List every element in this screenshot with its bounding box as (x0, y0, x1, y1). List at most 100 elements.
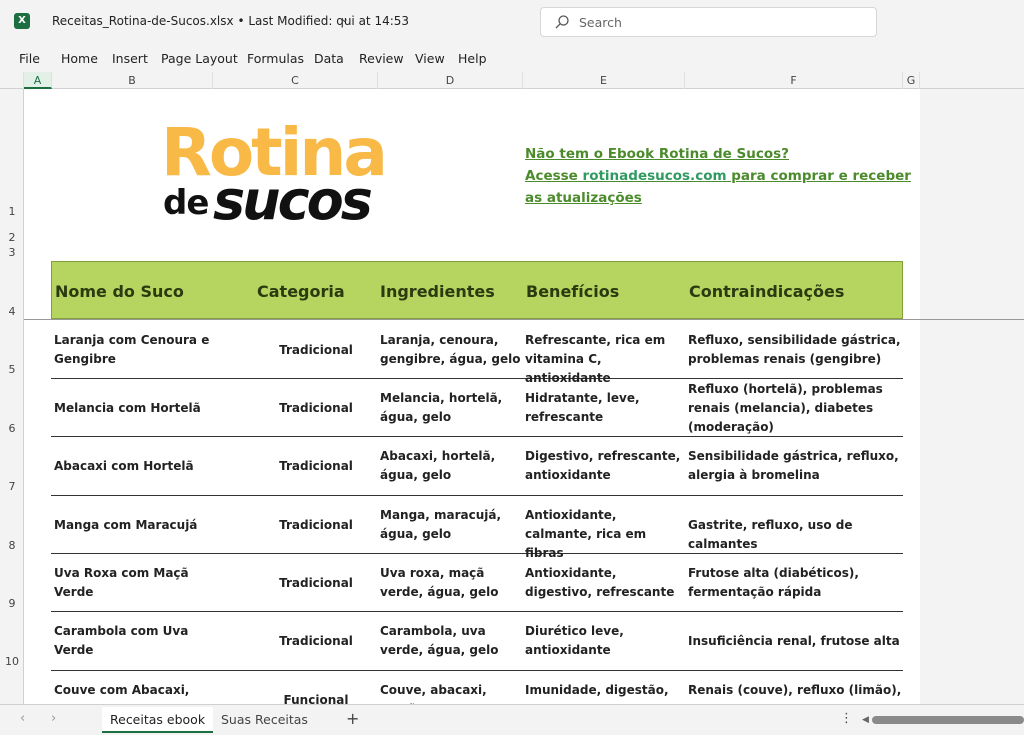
cell-ingredientes[interactable]: Abacaxi, hortelã, água, gelo (380, 447, 525, 485)
cell-categoria[interactable]: Tradicional (261, 516, 371, 535)
cell-contraindicacoes[interactable]: Frutose alta (diabéticos), fermentação r… (688, 564, 902, 602)
header-ingredientes[interactable]: Ingredientes (380, 282, 495, 301)
menu-help[interactable]: Help (458, 51, 487, 66)
row-header-6[interactable]: 6 (0, 422, 24, 435)
cell-contraindicacoes[interactable]: Refluxo (hortelã), problemas renais (mel… (688, 380, 902, 437)
cell-nome[interactable]: Laranja com Cenoura e Gengibre (54, 331, 229, 369)
column-header-f[interactable]: F (685, 72, 903, 89)
promo-prefix: Acesse (525, 168, 583, 184)
menu-review[interactable]: Review (359, 51, 404, 66)
row-headers: 1 2 3 4 5 6 7 8 9 10 (0, 89, 24, 704)
header-nome-do-suco[interactable]: Nome do Suco (55, 282, 184, 301)
cell-ingredientes[interactable]: Uva roxa, maçã verde, água, gelo (380, 564, 525, 602)
search-icon (555, 15, 569, 29)
cell-nome[interactable]: Melancia com Hortelã (54, 399, 229, 418)
ribbon-tabs: File Home Insert Page Layout Formulas Da… (0, 44, 1024, 72)
cell-nome[interactable]: Manga com Maracujá (54, 516, 229, 535)
search-box[interactable]: Search (540, 7, 877, 37)
table-row[interactable]: Abacaxi com Hortelã Tradicional Abacaxi,… (51, 437, 903, 496)
add-sheet-icon[interactable]: + (346, 709, 359, 728)
cell-beneficios[interactable]: Diurético leve, antioxidante (525, 622, 687, 660)
menu-page-layout[interactable]: Page Layout (161, 51, 238, 66)
frozen-pane-divider (24, 319, 1024, 320)
cell-categoria[interactable]: Tradicional (261, 341, 371, 360)
chevron-right-icon[interactable]: › (51, 711, 56, 726)
cell-nome[interactable]: Couve com Abacaxi, (54, 681, 229, 700)
cell-nome[interactable]: Carambola com Uva Verde (54, 622, 229, 660)
cell-beneficios[interactable]: Digestivo, refrescante, antioxidante (525, 447, 687, 485)
promo-link[interactable]: Não tem o Ebook Rotina de Sucos? Acesse … (525, 143, 915, 209)
column-header-e[interactable]: E (523, 72, 685, 89)
table-row[interactable]: Laranja com Cenoura e Gengibre Tradicion… (51, 320, 903, 385)
tab-receitas-ebook[interactable]: Receitas ebook (102, 707, 214, 733)
row-header-9[interactable]: 9 (0, 597, 24, 610)
cell-ingredientes[interactable]: Couve, abacaxi, maçã, (380, 681, 525, 704)
horizontal-scrollbar[interactable]: ◀ (862, 715, 1024, 725)
column-header-c[interactable]: C (213, 72, 378, 89)
cell-beneficios[interactable]: Antioxidante, digestivo, refrescante (525, 564, 687, 602)
search-input[interactable]: Search (579, 15, 622, 30)
cell-ingredientes[interactable]: Manga, maracujá, água, gelo (380, 506, 525, 544)
cell-categoria[interactable]: Tradicional (261, 574, 371, 593)
cell-ingredientes[interactable]: Laranja, cenoura, gengibre, água, gelo (380, 331, 525, 369)
cell-beneficios[interactable]: Imunidade, digestão, (525, 681, 687, 700)
cell-beneficios[interactable]: Hidratante, leve, refrescante (525, 389, 687, 427)
header-categoria[interactable]: Categoria (257, 282, 345, 301)
menu-home[interactable]: Home (61, 51, 98, 66)
row-header-8[interactable]: 8 (0, 539, 24, 552)
promo-line-2: Acesse rotinadesucos.com para comprar e … (525, 165, 915, 209)
menu-file[interactable]: File (19, 51, 40, 66)
cell-categoria[interactable]: Tradicional (261, 399, 371, 418)
chevron-left-icon[interactable]: ‹ (20, 711, 25, 726)
cell-contraindicacoes[interactable]: Gastrite, refluxo, uso de calmantes (688, 516, 902, 554)
menu-data[interactable]: Data (314, 51, 344, 66)
tab-suas-receitas[interactable]: Suas Receitas (213, 707, 316, 733)
menu-view[interactable]: View (415, 51, 445, 66)
worksheet-grid[interactable]: Rotina de sucos Não tem o Ebook Rotina d… (24, 89, 920, 704)
column-header-a[interactable]: A (24, 72, 52, 89)
cell-nome[interactable]: Abacaxi com Hortelã (54, 457, 229, 476)
scroll-left-icon[interactable]: ◀ (862, 715, 869, 725)
table-header: Nome do Suco Categoria Ingredientes Bene… (51, 261, 903, 319)
header-beneficios[interactable]: Benefícios (526, 282, 619, 301)
scrollbar-thumb[interactable] (872, 716, 1024, 724)
title-bar: X Receitas_Rotina-de-Sucos.xlsx • Last M… (0, 0, 1024, 44)
row-header-3[interactable]: 3 (0, 246, 24, 259)
table-row[interactable]: Uva Roxa com Maçã Verde Tradicional Uva … (51, 554, 903, 612)
column-header-d[interactable]: D (378, 72, 523, 89)
column-header-g[interactable]: G (903, 72, 920, 89)
header-contraindicacoes[interactable]: Contraindicações (689, 282, 844, 301)
cell-categoria[interactable]: Funcional (261, 691, 371, 704)
row-header-4[interactable]: 4 (0, 305, 24, 318)
row-header-7[interactable]: 7 (0, 480, 24, 493)
cell-categoria[interactable]: Tradicional (261, 632, 371, 651)
logo-text-sucos: sucos (213, 169, 373, 232)
cell-ingredientes[interactable]: Carambola, uva verde, água, gelo (380, 622, 525, 660)
rotina-de-sucos-logo: Rotina de sucos (161, 117, 413, 232)
more-options-icon[interactable]: ⋮ (840, 711, 853, 726)
row-header-2[interactable]: 2 (0, 231, 24, 244)
table-row[interactable]: Carambola com Uva Verde Tradicional Cara… (51, 612, 903, 671)
sheet-tabs-bar: ‹ › Receitas ebook Suas Receitas + ⋮ ◀ (0, 704, 1024, 735)
logo-text-de: de (163, 183, 209, 223)
cell-contraindicacoes[interactable]: Insuficiência renal, frutose alta (688, 632, 902, 651)
cell-contraindicacoes[interactable]: Renais (couve), refluxo (limão), (688, 681, 902, 700)
cell-ingredientes[interactable]: Melancia, hortelã, água, gelo (380, 389, 525, 427)
cell-nome[interactable]: Uva Roxa com Maçã Verde (54, 564, 229, 602)
row-header-5[interactable]: 5 (0, 363, 24, 376)
cell-contraindicacoes[interactable]: Sensibilidade gástrica, refluxo, alergia… (688, 447, 902, 485)
promo-site-link[interactable]: rotinadesucos.com (583, 168, 727, 184)
table-row[interactable]: Melancia com Hortelã Tradicional Melanci… (51, 379, 903, 437)
file-title[interactable]: Receitas_Rotina-de-Sucos.xlsx • Last Mod… (52, 14, 409, 28)
table-row[interactable]: Manga com Maracujá Tradicional Manga, ma… (51, 496, 903, 560)
select-all-corner[interactable] (0, 72, 24, 89)
column-header-b[interactable]: B (52, 72, 213, 89)
menu-insert[interactable]: Insert (112, 51, 148, 66)
table-row[interactable]: Couve com Abacaxi, Funcional Couve, abac… (51, 671, 903, 704)
menu-formulas[interactable]: Formulas (247, 51, 304, 66)
row-header-10[interactable]: 10 (0, 655, 24, 668)
cell-contraindicacoes[interactable]: Refluxo, sensibilidade gástrica, problem… (688, 331, 902, 369)
chevron-down-icon[interactable]: ⌄ (340, 12, 349, 25)
cell-categoria[interactable]: Tradicional (261, 457, 371, 476)
row-header-1[interactable]: 1 (0, 205, 24, 218)
